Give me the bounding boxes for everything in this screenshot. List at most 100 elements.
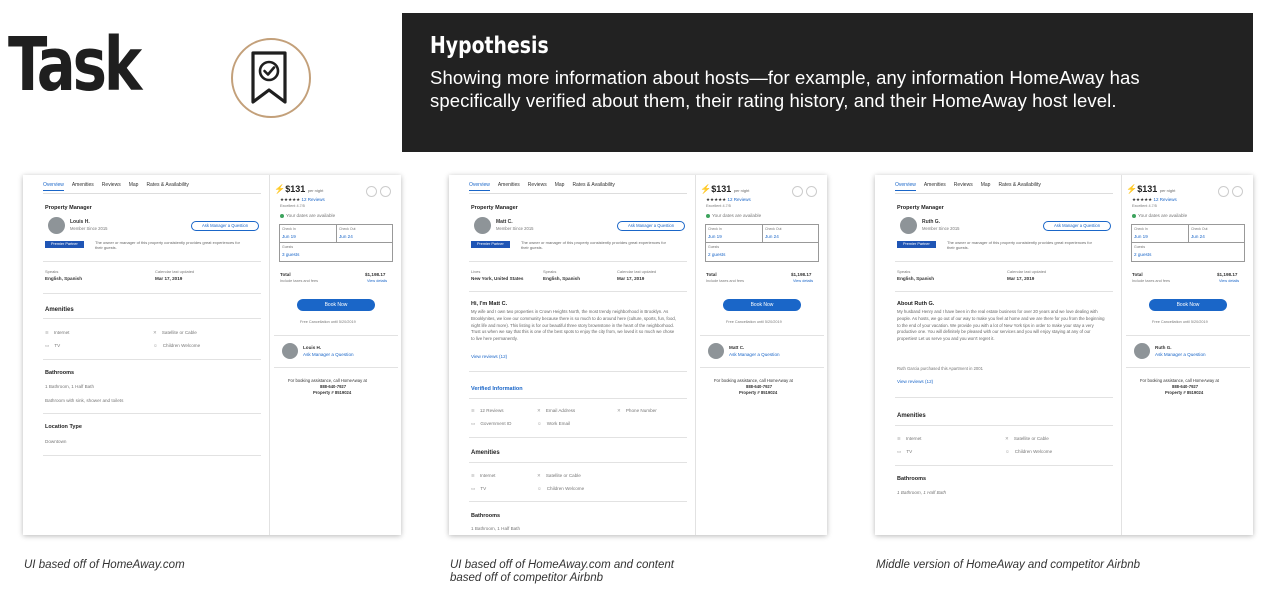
tab-map[interactable]: Map [129,182,139,191]
heart-icon[interactable] [806,186,817,197]
star-rating: ★★★★★ [280,197,301,202]
badge-check-icon [231,38,311,118]
total-label: Total [706,272,717,277]
heart-icon[interactable] [380,186,391,197]
divider [274,335,398,336]
calendar-value: Mar 17, 2019 [155,276,183,281]
view-reviews-link[interactable]: View reviews (12) [471,354,507,359]
reviews-count[interactable]: 12 Reviews [1153,197,1176,202]
guests-field[interactable]: 3 guests [282,252,299,257]
check-icon [280,213,284,218]
tab-reviews[interactable]: Reviews [102,182,121,191]
amenity-satellite: ✕ Satellite or Cable [1005,436,1049,441]
check-out-field[interactable]: Jun 24 [765,234,779,239]
book-now-button[interactable]: Book Now [723,299,801,311]
ask-manager-link[interactable]: Ask Manager a Question [1155,352,1206,357]
host-name: Ruth G. [922,219,941,225]
hypothesis-panel: Hypothesis Showing more information abou… [402,13,1253,152]
check-in-field[interactable]: Jun 19 [708,234,722,239]
book-now-button[interactable]: Book Now [297,299,375,311]
premier-badge: Premier Partner [471,241,510,248]
guests-field[interactable]: 2 guests [1134,252,1151,257]
check-in-field[interactable]: Jun 19 [1134,234,1148,239]
divider [1126,367,1250,368]
rating: ★★★★★ 12 Reviews [280,197,325,203]
check-out-label: Check Out [765,227,782,231]
check-out-field[interactable]: Jun 24 [1191,234,1205,239]
tab-amenities[interactable]: Amenities [72,182,94,191]
hypothesis-title: Hypothesis [430,33,549,59]
lives-value: New York, United States [471,276,524,281]
assist-text: For booking assistance, call HomeAway at [1140,378,1219,383]
divider [1188,225,1189,242]
tab-rates[interactable]: Rates & Availability [998,182,1040,191]
rating-score: Excellent 4.7/5 [1132,204,1157,208]
book-now-button[interactable]: Book Now [1149,299,1227,311]
member-since: Member Since 2015 [70,226,108,231]
share-icon[interactable] [792,186,803,197]
tab-overview[interactable]: Overview [895,182,916,191]
tab-amenities[interactable]: Amenities [498,182,520,191]
view-details-link[interactable]: View details [367,279,387,283]
total-label: Total [280,272,291,277]
bathrooms-heading: Bathrooms [471,513,501,519]
tab-rates[interactable]: Rates & Availability [572,182,614,191]
availability: Your dates are available [280,213,335,218]
ask-manager-link[interactable]: Ask Manager a Question [729,352,780,357]
amenities-heading: Amenities [45,307,74,313]
ask-manager-link[interactable]: Ask Manager a Question [303,352,354,357]
share-icon[interactable] [1218,186,1229,197]
tab-map[interactable]: Map [981,182,991,191]
speaks-value: English, Spanish [543,276,581,281]
view-details-link[interactable]: View details [1219,279,1239,283]
check-in-label: Check In [282,227,296,231]
avatar [1134,343,1150,359]
ask-manager-button[interactable]: Ask Manager a Question [617,221,685,231]
rating-score: Excellent 4.7/5 [706,204,731,208]
assist-phone: 888-640-7927 [746,384,773,389]
divider [469,501,687,502]
tab-bar: Overview Amenities Reviews Map Rates & A… [895,182,1041,191]
tab-map[interactable]: Map [555,182,565,191]
guests-field[interactable]: 2 guests [708,252,725,257]
share-icon[interactable] [366,186,377,197]
divider [700,367,824,368]
bath-description: Bathroom with sink, shower and toilets [45,398,124,403]
view-reviews-link[interactable]: View reviews (12) [897,379,933,384]
id-icon: ▭ [471,421,476,426]
hypothesis-text: Showing more information about hosts—for… [430,67,1140,111]
calendar-label: Calendar last updated [1007,269,1047,274]
check-out-label: Check Out [339,227,356,231]
ask-manager-button[interactable]: Ask Manager a Question [191,221,259,231]
check-in-field[interactable]: Jun 19 [282,234,296,239]
reviews-count[interactable]: 12 Reviews [727,197,750,202]
purchase-note: Ruth Garcia purchased this Apartment in … [897,366,983,371]
reviews-count[interactable]: 12 Reviews [301,197,324,202]
location-value: Downtown [45,439,67,444]
bathrooms-heading: Bathrooms [45,370,75,376]
tab-reviews[interactable]: Reviews [954,182,973,191]
tab-reviews[interactable]: Reviews [528,182,547,191]
tab-amenities[interactable]: Amenities [924,182,946,191]
assist-phone: 888-640-7927 [320,384,347,389]
divider [895,397,1113,398]
property-manager-heading: Property Manager [45,205,92,211]
ask-manager-button[interactable]: Ask Manager a Question [1043,221,1111,231]
availability: Your dates are available [1132,213,1187,218]
tab-overview[interactable]: Overview [469,182,490,191]
lightning-icon: ⚡ [274,184,286,194]
tab-overview[interactable]: Overview [43,182,64,191]
children-icon: ☺ [153,343,158,348]
star-rating: ★★★★★ [1132,197,1153,202]
divider [43,413,261,414]
tabs-divider [43,193,261,194]
tab-rates[interactable]: Rates & Availability [146,182,188,191]
heart-icon[interactable] [1232,186,1243,197]
divider [1132,242,1244,243]
check-in-label: Check In [1134,227,1148,231]
premier-description: The owner or manager of this property co… [947,240,1092,251]
listing-main-column: Overview Amenities Reviews Map Rates & A… [23,175,265,535]
check-out-field[interactable]: Jun 24 [339,234,353,239]
view-details-link[interactable]: View details [793,279,813,283]
tabs-divider [895,193,1113,194]
